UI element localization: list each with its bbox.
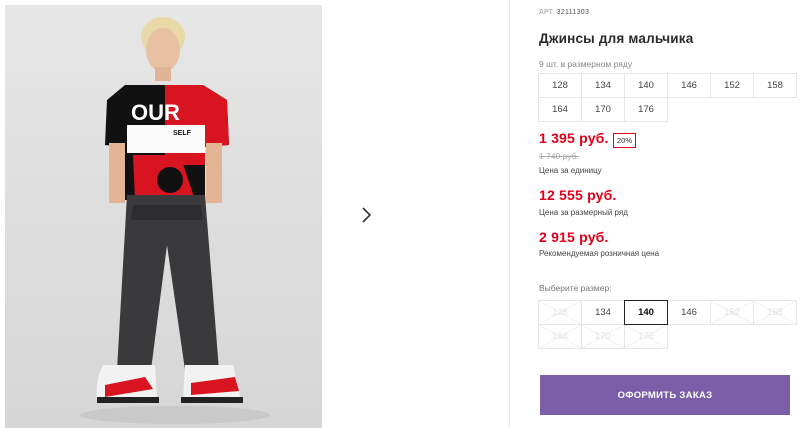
article-label: АРТ. bbox=[539, 9, 555, 16]
size-option-disabled: 158 bbox=[753, 300, 797, 325]
series-size-cell: 176 bbox=[624, 97, 668, 122]
chevron-right-icon bbox=[360, 206, 372, 226]
size-option-disabled: 170 bbox=[581, 324, 625, 349]
series-price-note: Цена за размерный ряд bbox=[539, 208, 628, 217]
shirt-print: OUR bbox=[131, 100, 180, 125]
size-option-disabled: 128 bbox=[538, 300, 582, 325]
unit-price-note: Цена за единицу bbox=[539, 166, 602, 175]
size-option-disabled: 152 bbox=[710, 300, 754, 325]
old-price: 1 740 руб. bbox=[539, 151, 579, 161]
series-count-note: 9 шт. в размерном ряду bbox=[539, 59, 633, 69]
series-size-cell: 128 bbox=[538, 73, 582, 98]
size-option[interactable]: 146 bbox=[667, 300, 711, 325]
size-option-disabled: 176 bbox=[624, 324, 668, 349]
series-size-grid: 128 134 140 146 152 158 164 170 176 bbox=[538, 73, 797, 122]
unit-price: 1 395 руб. bbox=[539, 130, 609, 146]
size-option-selected[interactable]: 140 bbox=[624, 300, 668, 325]
article-value: 32111303 bbox=[556, 9, 590, 16]
series-size-cell: 152 bbox=[710, 73, 754, 98]
product-gallery: OUR SELF bbox=[0, 0, 510, 428]
series-size-cell: 140 bbox=[624, 73, 668, 98]
series-size-cell: 170 bbox=[581, 97, 625, 122]
retail-price-note: Рекомендуемая розничная цена bbox=[539, 249, 660, 258]
discount-badge: 20% bbox=[613, 133, 637, 148]
product-info: АРТ. 32111303 Джинсы для мальчика 9 шт. в… bbox=[538, 0, 800, 428]
retail-price: 2 915 руб. bbox=[539, 229, 609, 245]
next-image-button[interactable] bbox=[347, 197, 385, 235]
series-size-cell: 164 bbox=[538, 97, 582, 122]
size-option[interactable]: 134 bbox=[581, 300, 625, 325]
series-price: 12 555 руб. bbox=[539, 187, 617, 203]
article-number: АРТ. 32111303 bbox=[539, 9, 589, 16]
size-option-disabled: 164 bbox=[538, 324, 582, 349]
shirt-print-sub: SELF bbox=[173, 130, 192, 137]
choose-size-label: Выберите размер: bbox=[539, 283, 612, 293]
series-size-cell: 158 bbox=[753, 73, 797, 98]
series-size-cell: 134 bbox=[581, 73, 625, 98]
product-title: Джинсы для мальчика bbox=[539, 31, 694, 46]
product-page: OUR SELF АРТ. 32111303 Джинсы для мальчи… bbox=[0, 0, 800, 428]
place-order-button[interactable]: ОФОРМИТЬ ЗАКАЗ bbox=[540, 375, 790, 415]
size-picker-grid: 128 134 140 146 152 158 164 170 176 bbox=[538, 300, 797, 349]
product-photo[interactable]: OUR SELF bbox=[5, 5, 322, 428]
series-size-cell: 146 bbox=[667, 73, 711, 98]
